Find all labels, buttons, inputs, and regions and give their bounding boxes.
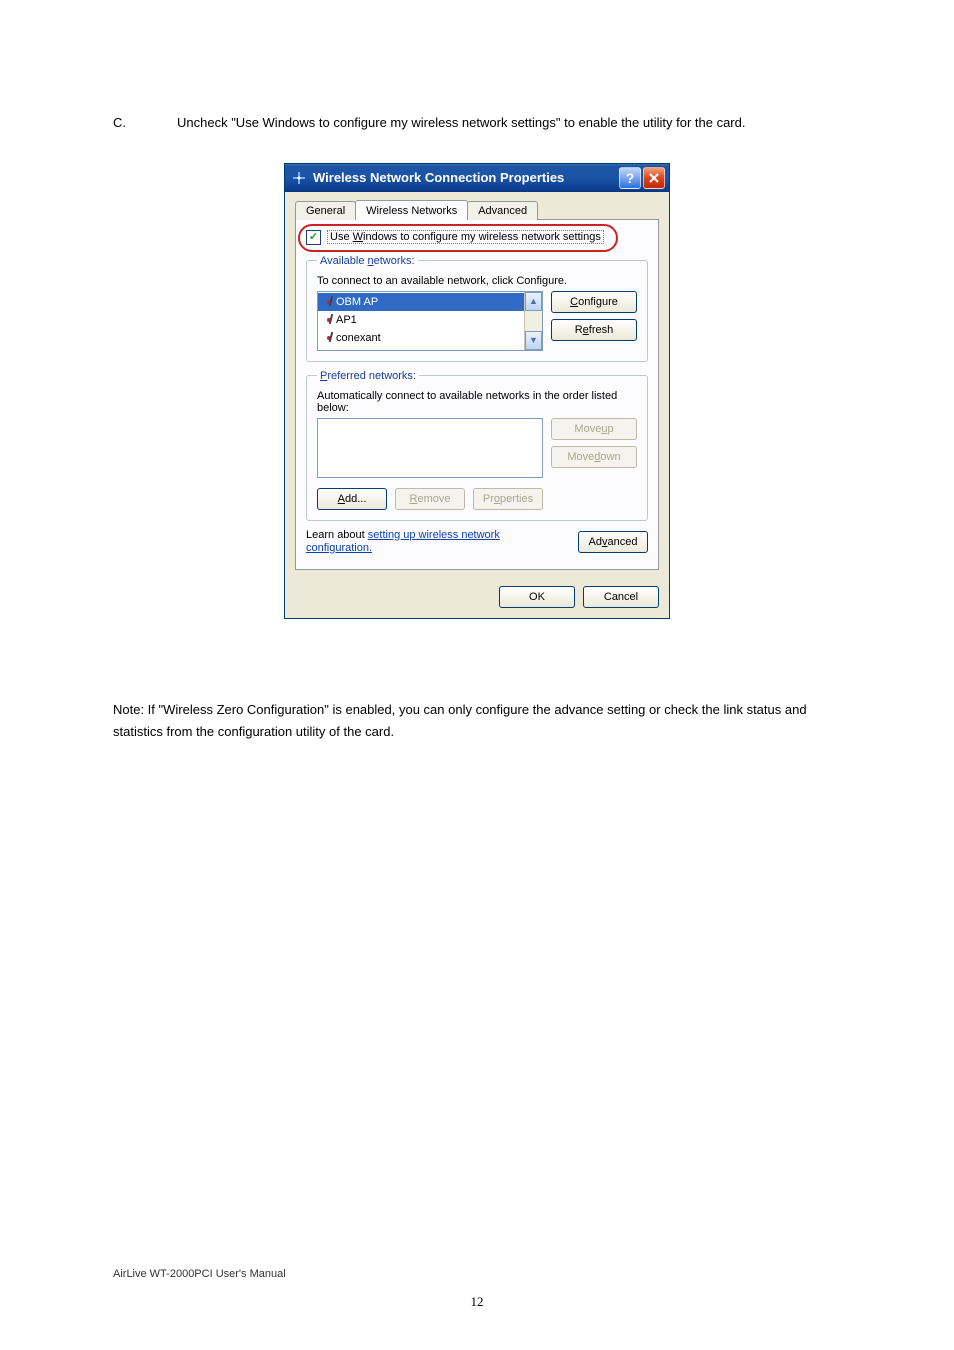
remove-button: Remove <box>395 488 465 510</box>
learn-text: Learn about setting up wireless network … <box>306 529 500 555</box>
scroll-up-button[interactable]: ▲ <box>525 292 542 311</box>
list-item[interactable]: OBM AP <box>318 293 524 311</box>
learn-link[interactable]: configuration. <box>306 542 372 554</box>
tab-general[interactable]: General <box>295 201 356 220</box>
move-up-button: Move up <box>551 418 637 440</box>
dialog-window: Wireless Network Connection Properties ?… <box>284 163 670 619</box>
advanced-button[interactable]: Advanced <box>578 531 648 553</box>
use-windows-checkbox-row[interactable]: Use Windows to configure my wireless net… <box>306 230 648 245</box>
network-name: AP1 <box>336 314 357 326</box>
page-number: 12 <box>0 1294 954 1310</box>
note-text: Note: If "Wireless Zero Configuration" i… <box>113 699 841 743</box>
scrollbar[interactable]: ▲ ▼ <box>524 292 542 350</box>
preferred-networks-group: Preferred networks: Automatically connec… <box>306 370 648 521</box>
dialog-title: Wireless Network Connection Properties <box>313 170 617 185</box>
wireless-icon <box>291 170 307 186</box>
instruction-text: Uncheck "Use Windows to configure my wir… <box>177 113 841 133</box>
network-name: conexant <box>336 332 381 344</box>
ok-button[interactable]: OK <box>499 586 575 608</box>
available-networks-group: Available networks: To connect to an ava… <box>306 255 648 362</box>
help-button[interactable]: ? <box>619 167 641 189</box>
properties-button: Properties <box>473 488 543 510</box>
available-description: To connect to an available network, clic… <box>317 275 637 287</box>
tab-panel: Use Windows to configure my wireless net… <box>295 219 659 570</box>
tab-advanced[interactable]: Advanced <box>467 201 538 220</box>
dialog-footer: OK Cancel <box>285 578 669 618</box>
add-button[interactable]: Add... <box>317 488 387 510</box>
signal-icon <box>322 318 336 322</box>
list-item[interactable]: conexant <box>318 329 524 347</box>
available-legend: Available networks: <box>317 255 418 267</box>
use-windows-label: Use Windows to configure my wireless net… <box>327 230 604 244</box>
learn-link[interactable]: setting up wireless network <box>368 529 500 541</box>
preferred-description: Automatically connect to available netwo… <box>317 390 637 414</box>
preferred-legend: Preferred networks: <box>317 370 419 382</box>
learn-row: Learn about setting up wireless network … <box>306 529 648 555</box>
tab-strip: General Wireless Networks Advanced <box>295 201 659 220</box>
tab-wireless-networks[interactable]: Wireless Networks <box>355 200 468 220</box>
signal-icon <box>322 300 336 304</box>
available-networks-list[interactable]: OBM AP AP1 conexant <box>317 291 543 351</box>
preferred-networks-list[interactable] <box>317 418 543 478</box>
move-down-button: Move down <box>551 446 637 468</box>
instruction-marker: C. <box>113 113 177 133</box>
configure-button[interactable]: Configure <box>551 291 637 313</box>
scroll-down-button[interactable]: ▼ <box>525 331 542 350</box>
signal-icon <box>322 336 336 340</box>
cancel-button[interactable]: Cancel <box>583 586 659 608</box>
refresh-button[interactable]: Refresh <box>551 319 637 341</box>
network-name: OBM AP <box>336 296 378 308</box>
close-button[interactable] <box>643 167 665 189</box>
list-item[interactable]: AP1 <box>318 311 524 329</box>
dialog-titlebar: Wireless Network Connection Properties ? <box>285 164 669 192</box>
footer-text: AirLive WT-2000PCI User's Manual <box>113 1268 286 1280</box>
use-windows-checkbox[interactable] <box>306 230 321 245</box>
instruction-row: C. Uncheck "Use Windows to configure my … <box>113 113 841 133</box>
